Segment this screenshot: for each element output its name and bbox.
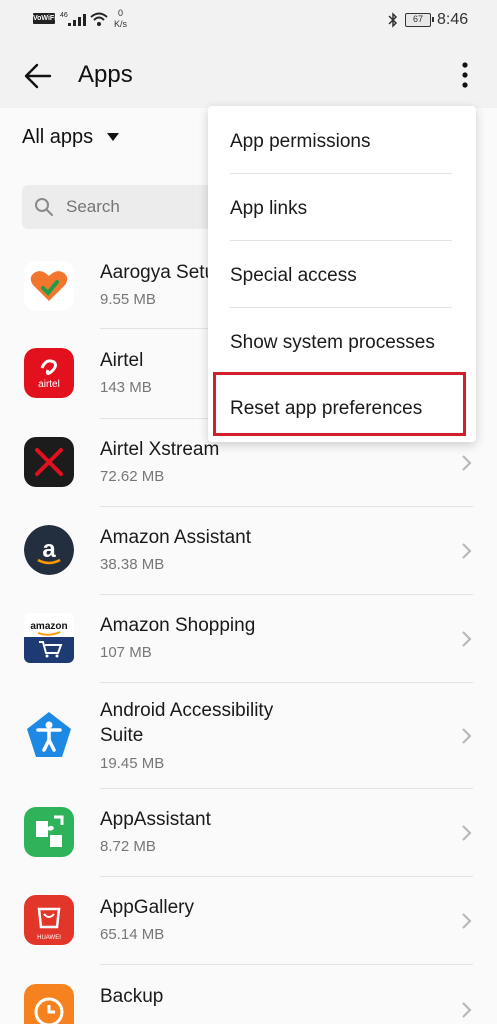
app-name: Aarogya Setu (100, 262, 216, 283)
highlight-annotation (213, 372, 466, 436)
app-size: 65.14 MB (100, 926, 165, 943)
app-name: Amazon Shopping (100, 615, 256, 636)
signal-icon (68, 14, 86, 26)
app-row-amazon-shopping[interactable]: amazon Amazon Shopping 107 MB (0, 596, 497, 684)
app-name: Backup (100, 986, 164, 1007)
amazon-wordmark: amazon (30, 621, 67, 632)
app-row-amazon-assistant[interactable]: a Amazon Assistant 38.38 MB (0, 508, 497, 596)
app-size: 143 MB (100, 379, 152, 396)
app-size: 107 MB (100, 644, 152, 661)
app-name-line2: Suite (100, 725, 144, 746)
divider (100, 788, 473, 789)
clock: 8:46 (437, 11, 469, 28)
app-size: 8.72 MB (100, 838, 156, 855)
app-size: 72.62 MB (100, 468, 165, 485)
app-size: 9.55 MB (100, 291, 156, 308)
app-row-backup[interactable]: Backup (0, 966, 497, 1024)
chevron-right-icon (462, 455, 472, 471)
chevron-right-icon (462, 913, 472, 929)
network-type: 46 (60, 12, 68, 19)
huawei-wordmark: HUAWEI (37, 935, 61, 941)
airtel-wordmark: airtel (38, 379, 60, 390)
search-input[interactable] (66, 197, 216, 217)
divider (100, 506, 473, 507)
app-bar: Apps (0, 44, 497, 108)
chevron-right-icon (462, 543, 472, 559)
menu-divider (230, 173, 452, 174)
aarogya-setu-icon (24, 261, 74, 311)
menu-item-app-links[interactable]: App links (230, 198, 307, 220)
app-name: Android Accessibility (100, 700, 274, 721)
back-arrow-icon[interactable] (24, 62, 52, 90)
menu-item-show-system-processes[interactable]: Show system processes (230, 332, 435, 354)
app-name: AppAssistant (100, 809, 211, 830)
appassistant-icon (24, 807, 74, 857)
appgallery-icon: HUAWEI (24, 895, 74, 945)
amazon-assistant-icon: a (24, 525, 74, 575)
app-name: AppGallery (100, 897, 194, 918)
app-filter-dropdown[interactable]: All apps (22, 124, 120, 150)
app-size: 19.45 MB (100, 755, 165, 772)
vowifi-label: VoWiFi (33, 13, 57, 24)
filter-label: All apps (22, 125, 94, 148)
app-name: Airtel Xstream (100, 439, 220, 460)
more-options-icon[interactable] (455, 60, 475, 90)
chevron-right-icon (462, 631, 472, 647)
backup-icon (24, 984, 74, 1024)
app-size: 38.38 MB (100, 556, 165, 573)
chevron-right-icon (462, 728, 472, 744)
app-row-android-accessibility-suite[interactable]: Android Accessibility Suite 19.45 MB (0, 684, 497, 790)
app-row-appassistant[interactable]: AppAssistant 8.72 MB (0, 790, 497, 878)
divider (100, 594, 473, 595)
wifi-icon (90, 12, 108, 26)
chevron-right-icon (462, 825, 472, 841)
airtel-xstream-icon (24, 437, 74, 487)
accessibility-suite-icon (24, 710, 74, 760)
airtel-icon: airtel (24, 348, 74, 398)
divider (100, 682, 473, 683)
battery-indicator: 67 (405, 13, 434, 27)
search-icon (35, 198, 53, 216)
amazon-shopping-icon: amazon (24, 613, 74, 663)
page-title: Apps (78, 61, 133, 88)
menu-item-special-access[interactable]: Special access (230, 265, 357, 287)
network-speed: 0 K/s (114, 8, 128, 29)
menu-item-app-permissions[interactable]: App permissions (230, 131, 370, 153)
app-name: Airtel (100, 350, 144, 371)
menu-divider (230, 307, 452, 308)
divider (100, 964, 473, 965)
menu-divider (230, 240, 452, 241)
svg-text:a: a (42, 536, 56, 563)
bluetooth-icon (388, 12, 398, 28)
app-name: Amazon Assistant (100, 527, 252, 548)
status-bar: VoWiFi 46 0 K/s 67 8:46 (0, 0, 497, 44)
chevron-right-icon (462, 1002, 472, 1018)
dropdown-caret-icon (107, 133, 120, 141)
app-row-appgallery[interactable]: HUAWEI AppGallery 65.14 MB (0, 878, 497, 966)
divider (100, 876, 473, 877)
